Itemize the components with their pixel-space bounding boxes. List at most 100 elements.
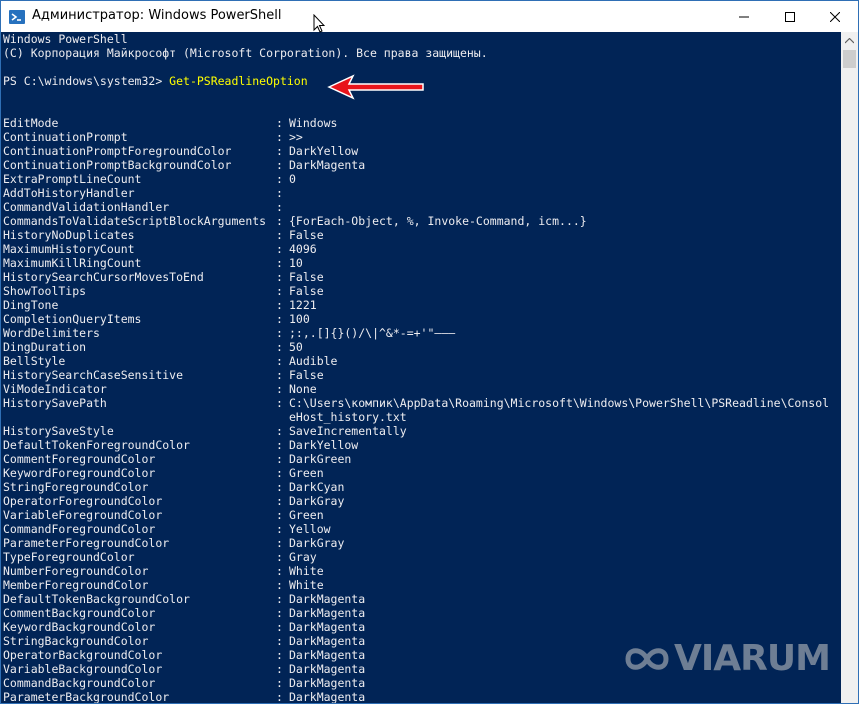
option-value: DarkMagenta xyxy=(289,620,366,634)
option-key: ContinuationPromptBackgroundColor xyxy=(3,158,232,172)
watermark: VIARUM xyxy=(624,638,831,680)
close-button[interactable] xyxy=(812,1,858,32)
option-separator: : xyxy=(276,242,283,256)
close-icon xyxy=(830,11,840,22)
option-separator: : xyxy=(276,424,283,438)
option-row: CommentBackgroundColor: DarkMagenta xyxy=(3,606,839,620)
option-value: DarkGray xyxy=(289,494,345,508)
option-key: VariableForegroundColor xyxy=(3,508,163,522)
option-row: CompletionQueryItems:100 xyxy=(3,312,839,326)
option-row: OperatorForegroundColor: DarkGray xyxy=(3,494,839,508)
option-row: ViModeIndicator: None xyxy=(3,382,839,396)
option-row: BellStyle: Audible xyxy=(3,354,839,368)
option-separator: : xyxy=(276,676,283,690)
option-value: 0 xyxy=(289,172,296,186)
option-row: VariableForegroundColor: Green xyxy=(3,508,839,522)
option-key: DingTone xyxy=(3,298,59,312)
option-key: DefaultTokenBackgroundColor xyxy=(3,592,190,606)
option-row: ContinuationPromptBackgroundColor: DarkMa… xyxy=(3,158,839,172)
option-separator: : xyxy=(276,172,283,186)
option-separator: : xyxy=(276,396,283,410)
option-row: ExtraPromptLineCount:0 xyxy=(3,172,839,186)
scroll-thumb[interactable] xyxy=(843,50,856,68)
option-row: MaximumHistoryCount:4096 xyxy=(3,242,839,256)
mouse-cursor-icon xyxy=(313,14,325,33)
powershell-window: Администратор: Windows PowerShell Window… xyxy=(0,0,859,704)
powershell-icon xyxy=(9,9,25,25)
option-value: DarkCyan xyxy=(289,480,345,494)
option-key: HistoryNoDuplicates xyxy=(3,228,135,242)
option-key: ContinuationPromptForegroundColor xyxy=(3,144,232,158)
option-key: NumberForegroundColor xyxy=(3,564,149,578)
option-row: HistorySavePath: C:\Users\компик\AppData\… xyxy=(3,396,839,410)
option-key: CommandForegroundColor xyxy=(3,522,156,536)
option-key: KeywordBackgroundColor xyxy=(3,620,156,634)
option-value: DarkMagenta xyxy=(289,634,366,648)
option-key: DefaultTokenForegroundColor xyxy=(3,438,190,452)
option-value: None xyxy=(289,382,317,396)
option-value: False xyxy=(289,284,324,298)
option-key: EditMode xyxy=(3,116,59,130)
title-bar[interactable]: Администратор: Windows PowerShell xyxy=(1,1,858,32)
option-row: ContinuationPrompt: >> xyxy=(3,130,839,144)
option-key: HistorySaveStyle xyxy=(3,424,114,438)
option-row: KeywordBackgroundColor: DarkMagenta xyxy=(3,620,839,634)
option-separator: : xyxy=(276,200,283,214)
option-key: DingDuration xyxy=(3,340,87,354)
option-key: CommentBackgroundColor xyxy=(3,606,156,620)
minimize-button[interactable] xyxy=(721,1,767,32)
option-key: MaximumHistoryCount xyxy=(3,242,135,256)
option-key: HistorySavePath xyxy=(3,396,107,410)
option-separator: : xyxy=(276,438,283,452)
option-separator: : xyxy=(276,382,283,396)
option-value: {ForEach-Object, %, Invoke-Command, icm.… xyxy=(289,214,587,228)
option-separator: : xyxy=(276,214,283,228)
option-key: AddToHistoryHandler xyxy=(3,186,135,200)
option-value: ;:,.[]{}()/\|^&*-=+'"–—― xyxy=(289,326,456,340)
maximize-button[interactable] xyxy=(767,1,813,32)
vertical-scrollbar[interactable] xyxy=(841,32,858,703)
scroll-up-button[interactable] xyxy=(841,32,858,49)
option-row: EditMode: Windows xyxy=(3,116,839,130)
option-separator: : xyxy=(276,452,283,466)
option-row: CommentForegroundColor: DarkGreen xyxy=(3,452,839,466)
option-row: HistorySearchCaseSensitive: False xyxy=(3,368,839,382)
option-separator: : xyxy=(276,620,283,634)
minimize-icon xyxy=(739,16,749,17)
option-value: C:\Users\компик\AppData\Roaming\Microsof… xyxy=(289,396,830,410)
option-value: Green xyxy=(289,466,324,480)
option-separator: : xyxy=(276,186,283,200)
option-value: White xyxy=(289,578,324,592)
option-key: ParameterForegroundColor xyxy=(3,536,170,550)
option-separator: : xyxy=(276,522,283,536)
option-separator: : xyxy=(276,494,283,508)
option-separator: : xyxy=(276,648,283,662)
option-separator: : xyxy=(276,662,283,676)
option-separator: : xyxy=(276,592,283,606)
option-key: StringForegroundColor xyxy=(3,480,149,494)
prompt-line: PS C:\windows\system32> Get-PSReadlineOp… xyxy=(3,74,308,88)
option-separator: : xyxy=(276,508,283,522)
option-row: AddToHistoryHandler: xyxy=(3,186,839,200)
option-row: ShowToolTips: False xyxy=(3,284,839,298)
option-value: DarkGreen xyxy=(289,452,352,466)
option-key: BellStyle xyxy=(3,354,66,368)
option-row: DingTone:1221 xyxy=(3,298,839,312)
option-row: DingDuration:50 xyxy=(3,340,839,354)
option-separator: : xyxy=(276,564,283,578)
option-value: DarkMagenta xyxy=(289,662,366,676)
option-key: CompletionQueryItems xyxy=(3,312,142,326)
option-key: CommandsToValidateScriptBlockArguments xyxy=(3,214,267,228)
option-row: CommandForegroundColor: Yellow xyxy=(3,522,839,536)
option-value: DarkMagenta xyxy=(289,676,366,690)
option-value: DarkMagenta xyxy=(289,690,366,703)
option-key: ViModeIndicator xyxy=(3,382,107,396)
option-value: 10 xyxy=(289,256,303,270)
option-value: DarkGray xyxy=(289,536,345,550)
console-output[interactable]: Windows PowerShell (C) Корпорация Майкро… xyxy=(1,32,841,703)
option-key: MaximumKillRingCount xyxy=(3,256,142,270)
option-key: CommandValidationHandler xyxy=(3,200,170,214)
option-row: ParameterForegroundColor: DarkGray xyxy=(3,536,839,550)
option-separator: : xyxy=(276,270,283,284)
option-value: 50 xyxy=(289,340,303,354)
